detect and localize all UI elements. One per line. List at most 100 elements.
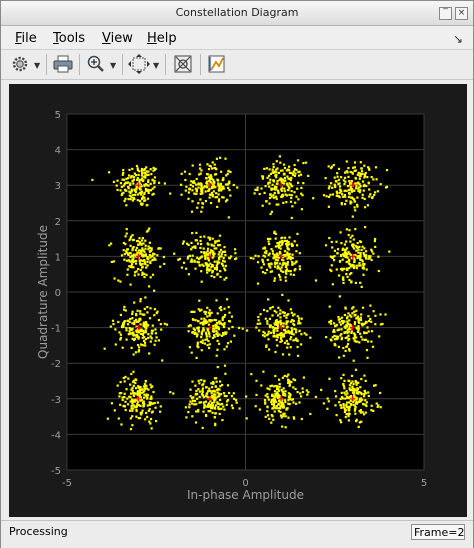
constellation-point [220, 187, 224, 191]
constellation-point [284, 271, 287, 274]
constellation-point [356, 182, 359, 185]
constellation-point [297, 181, 300, 184]
close-icon[interactable]: × [455, 7, 468, 20]
constellation-point [293, 191, 296, 194]
constellation-point [358, 341, 361, 344]
constellation-point [200, 210, 203, 213]
constellation-point [130, 372, 133, 376]
constellation-point [216, 178, 219, 181]
constellation-point [281, 425, 284, 428]
constellation-point [305, 333, 308, 336]
constellation-point [279, 414, 283, 417]
zoom-menu-caret-icon[interactable]: ▼ [110, 61, 116, 70]
title-bar[interactable]: Constellation Diagram ‾ × [1, 1, 473, 26]
menu-help[interactable]: Help [147, 31, 177, 46]
constellation-point [189, 324, 192, 327]
constellation-point [345, 170, 348, 173]
constellation-point [272, 407, 275, 410]
constellation-point [209, 312, 212, 315]
dock-arrow-icon[interactable]: ↘ [453, 32, 463, 46]
constellation-point [126, 273, 129, 276]
constellation-point [129, 417, 132, 420]
menu-view[interactable]: View [102, 31, 133, 46]
constellation-point [322, 402, 325, 405]
constellation-point [136, 344, 140, 347]
constellation-point [195, 410, 198, 413]
constellation-point [230, 395, 233, 398]
constellation-point [184, 178, 187, 182]
constellation-point [342, 278, 345, 282]
constellation-point [219, 156, 222, 159]
constellation-point [196, 206, 199, 209]
menu-tools-label: ools [58, 31, 86, 46]
constellation-point [257, 255, 260, 258]
constellation-point [361, 398, 364, 401]
constellation-point [333, 249, 336, 252]
constellation-point [157, 339, 160, 342]
constellation-point [335, 268, 338, 271]
constellation-point [355, 418, 358, 421]
constellation-point [135, 164, 139, 168]
constellation-point [142, 391, 145, 394]
constellation-point [353, 189, 356, 192]
constellation-point [137, 349, 141, 352]
scale-axes-icon[interactable] [128, 54, 150, 74]
constellation-point [346, 185, 350, 188]
constellation-point [266, 410, 269, 413]
constellation-point [280, 321, 283, 325]
measure-icon[interactable] [206, 54, 228, 74]
constellation-point [169, 192, 172, 195]
constellation-point [268, 317, 271, 320]
constellation-point [371, 345, 375, 348]
constellation-point [216, 205, 219, 208]
print-icon[interactable] [52, 54, 74, 74]
constellation-point [374, 314, 377, 317]
zoom-in-icon[interactable] [85, 54, 107, 74]
constellation-point [223, 246, 226, 249]
constellation-point [200, 333, 203, 336]
constellation-point [141, 247, 144, 250]
constellation-point [137, 173, 140, 177]
constellation-point [285, 268, 289, 271]
constellation-point [197, 182, 200, 185]
constellation-point [379, 313, 382, 316]
constellation-point [354, 182, 357, 185]
constellation-point [263, 398, 267, 402]
constellation-chart[interactable]: -5-4-3-2-1012345-5 0 5 In-phase Amplitude … [9, 84, 467, 517]
constellation-point [155, 336, 158, 339]
constellation-point [180, 183, 183, 186]
constellation-point [231, 407, 234, 410]
constellation-point [262, 263, 265, 266]
constellation-point [360, 420, 363, 423]
scale-menu-caret-icon[interactable]: ▼ [153, 61, 159, 70]
constellation-point [220, 407, 223, 410]
constellation-point [196, 397, 199, 400]
constellation-point [234, 248, 237, 251]
gear-menu-caret-icon[interactable]: ▼ [34, 61, 40, 70]
constellation-point [268, 242, 271, 246]
constellation-point [165, 323, 169, 326]
gear-icon[interactable] [9, 54, 31, 74]
constellation-point [356, 340, 359, 343]
constellation-point [370, 320, 373, 323]
constellation-point [372, 310, 375, 313]
constellation-point [138, 416, 142, 420]
minimize-icon[interactable]: ‾ [439, 7, 452, 20]
constellation-point [134, 381, 137, 385]
constellation-point [154, 406, 157, 409]
constellation-point [151, 259, 154, 262]
constellation-point [156, 401, 159, 404]
menu-tools[interactable]: Tools [53, 31, 85, 46]
constellation-point [221, 196, 224, 199]
constellation-point [211, 237, 214, 240]
constellation-point [351, 307, 354, 310]
constellation-point [272, 385, 275, 388]
constellation-point [286, 253, 289, 256]
menu-file[interactable]: File [15, 31, 37, 46]
constellation-point [137, 392, 140, 395]
constellation-point [278, 178, 281, 181]
constellation-point [127, 319, 130, 322]
constellation-point [126, 403, 130, 406]
constellation-point [275, 311, 278, 314]
data-cursor-icon[interactable] [172, 54, 194, 74]
